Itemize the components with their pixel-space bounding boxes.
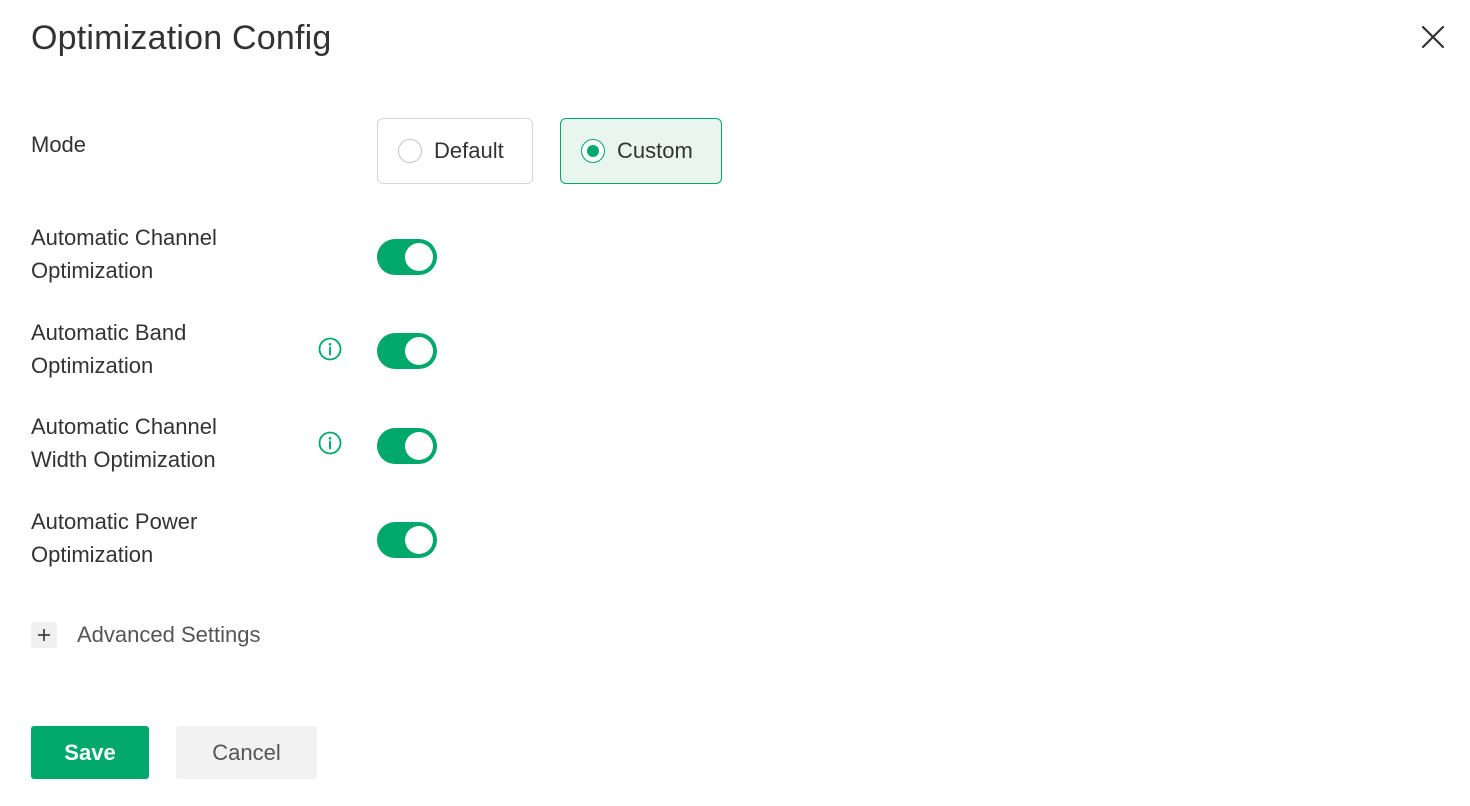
dialog-title: Optimization Config <box>31 19 332 57</box>
close-icon <box>1421 25 1445 49</box>
advanced-settings-label: Advanced Settings <box>77 622 261 647</box>
info-icon[interactable] <box>318 431 342 455</box>
toggle-channel-width-optimization[interactable] <box>377 428 437 464</box>
save-button[interactable]: Save <box>31 726 149 779</box>
radio-unselected-icon <box>398 139 422 163</box>
advanced-settings-toggle[interactable]: Advanced Settings <box>31 622 260 648</box>
mode-label: Mode <box>31 132 87 157</box>
mode-option-label: Default <box>434 138 504 163</box>
radio-selected-icon <box>581 139 605 163</box>
close-button[interactable] <box>1416 20 1450 54</box>
mode-radio-group: Default Custom <box>377 118 722 184</box>
mode-option-label: Custom <box>617 138 693 163</box>
info-icon[interactable] <box>318 337 342 361</box>
setting-label-channel-optimization: Automatic Channel Optimization <box>31 225 217 283</box>
setting-label-band-optimization: Automatic Band Optimization <box>31 320 187 378</box>
optimization-config-dialog: Optimization Config Mode Default Custom … <box>0 0 1470 806</box>
mode-option-default[interactable]: Default <box>377 118 533 184</box>
setting-label-channel-width-optimization: Automatic Channel Width Optimization <box>31 414 217 472</box>
toggle-power-optimization[interactable] <box>377 522 437 558</box>
mode-option-custom[interactable]: Custom <box>560 118 722 184</box>
plus-icon <box>31 622 57 648</box>
toggle-channel-optimization[interactable] <box>377 239 437 275</box>
toggle-band-optimization[interactable] <box>377 333 437 369</box>
setting-label-power-optimization: Automatic Power Optimization <box>31 509 198 567</box>
cancel-button[interactable]: Cancel <box>176 726 317 779</box>
